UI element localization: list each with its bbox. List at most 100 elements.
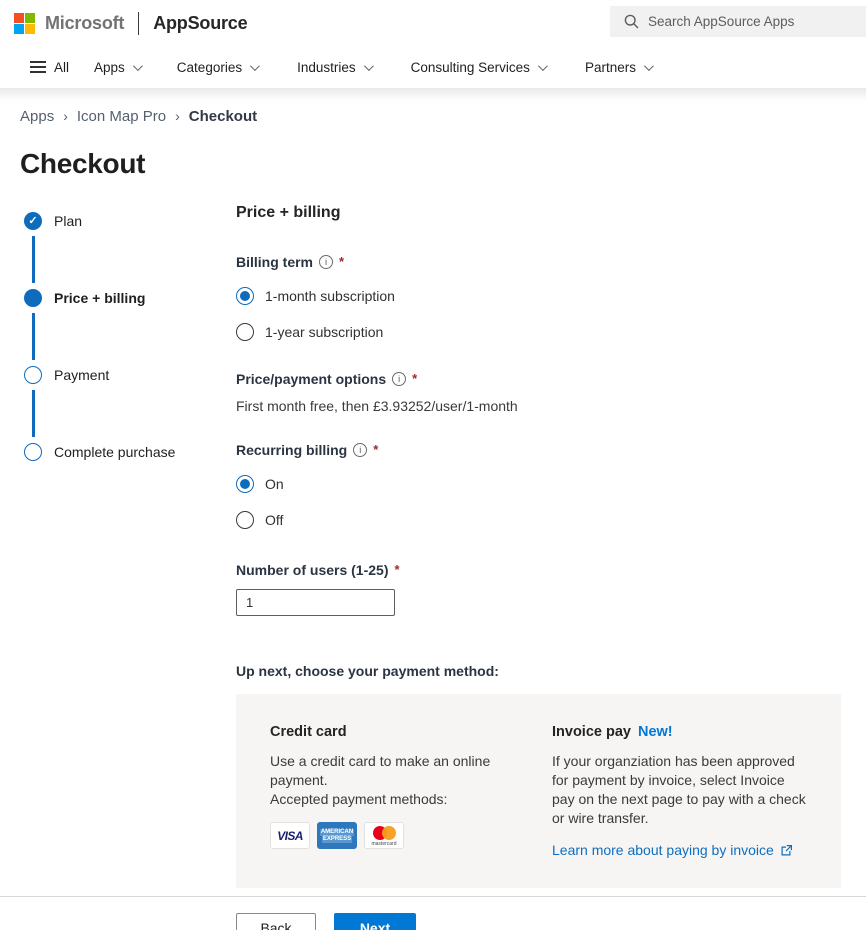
step-label: Complete purchase [54, 444, 175, 460]
breadcrumb-separator-icon: › [63, 108, 68, 124]
brand-appsource: AppSource [153, 13, 247, 34]
footer-buttons: Back Next [0, 897, 866, 930]
nav-partners[interactable]: Partners [585, 60, 651, 75]
number-of-users-input[interactable] [236, 589, 395, 616]
price-options-label: Price/payment options [236, 371, 386, 387]
visa-label: VISA [277, 829, 303, 843]
step-connector [32, 390, 35, 437]
breadcrumb: Apps › Icon Map Pro › Checkout [0, 101, 866, 125]
nav-shadow [0, 88, 866, 101]
users-label-row: Number of users (1-25) * [236, 562, 841, 578]
chevron-down-icon [133, 61, 143, 71]
search-icon [624, 14, 639, 29]
nav-industries-label: Industries [297, 60, 356, 75]
nav-all[interactable]: All [30, 60, 69, 75]
radio-selected-icon [236, 475, 254, 493]
required-asterisk: * [412, 371, 417, 386]
credit-card-title: Credit card [270, 724, 525, 740]
payment-methods-panel: Credit card Use a credit card to make an… [236, 694, 841, 888]
chevron-down-icon [250, 61, 260, 71]
radio-1-year-subscription[interactable]: 1-year subscription [236, 322, 841, 342]
info-icon[interactable]: i [319, 255, 333, 269]
hamburger-icon [30, 61, 46, 73]
back-button[interactable]: Back [236, 913, 316, 930]
step-connector [32, 313, 35, 360]
step-complete-icon: ✓ [24, 212, 42, 230]
nav-consulting-services-label: Consulting Services [411, 60, 530, 75]
search-input[interactable]: Search AppSource Apps [610, 6, 866, 37]
brand[interactable]: Microsoft AppSource [14, 12, 247, 35]
step-plan[interactable]: ✓ Plan [24, 211, 236, 231]
brand-divider [138, 12, 139, 35]
radio-unselected-icon [236, 323, 254, 341]
nav-apps[interactable]: Apps [94, 60, 140, 75]
main-nav: All Apps Categories Industries Consultin… [0, 46, 866, 88]
radio-recurring-off[interactable]: Off [236, 510, 841, 530]
main-content: ✓ Plan Price + billing Payment Complete … [0, 201, 866, 888]
external-link-icon [780, 844, 792, 856]
recurring-billing-label: Recurring billing [236, 442, 347, 458]
step-label: Payment [54, 367, 109, 383]
amex-label-top: AMERICAN [320, 829, 354, 836]
step-connector [32, 236, 35, 283]
step-current-icon [24, 289, 42, 307]
nav-categories-label: Categories [177, 60, 242, 75]
breadcrumb-separator-icon: › [175, 108, 180, 124]
breadcrumb-icon-map-pro[interactable]: Icon Map Pro [77, 108, 166, 125]
billing-term-label: Billing term [236, 254, 313, 270]
chevron-down-icon [364, 61, 374, 71]
accepted-cards: VISA AMERICAN EXPRESS mastercard [270, 822, 525, 849]
app-header: Microsoft AppSource Search AppSource App… [0, 0, 866, 46]
price-options-label-row: Price/payment options i * [236, 371, 841, 387]
radio-recurring-on[interactable]: On [236, 474, 841, 494]
breadcrumb-apps[interactable]: Apps [20, 108, 54, 125]
billing-term-label-row: Billing term i * [236, 254, 841, 270]
search-placeholder: Search AppSource Apps [648, 14, 794, 29]
invoice-pay-title: Invoice pay [552, 724, 631, 740]
chevron-down-icon [644, 61, 654, 71]
required-asterisk: * [339, 254, 344, 269]
radio-label: 1-month subscription [265, 288, 395, 304]
visa-card-icon: VISA [270, 822, 310, 849]
page-title: Checkout [20, 148, 866, 180]
credit-card-description: Use a credit card to make an online paym… [270, 752, 525, 809]
credit-card-column: Credit card Use a credit card to make an… [270, 724, 525, 858]
nav-categories[interactable]: Categories [177, 60, 257, 75]
invoice-learn-more-link[interactable]: Learn more about paying by invoice [552, 842, 807, 858]
invoice-title-row: Invoice pay New! [552, 724, 807, 740]
mastercard-circles-icon [373, 826, 396, 840]
radio-label: On [265, 476, 284, 492]
nav-apps-label: Apps [94, 60, 125, 75]
step-label: Price + billing [54, 290, 145, 306]
check-icon: ✓ [28, 216, 37, 227]
info-icon[interactable]: i [353, 443, 367, 457]
amex-card-icon: AMERICAN EXPRESS [317, 822, 357, 849]
radio-unselected-icon [236, 511, 254, 529]
radio-1-month-subscription[interactable]: 1-month subscription [236, 286, 841, 306]
chevron-down-icon [538, 61, 548, 71]
step-payment[interactable]: Payment [24, 365, 236, 385]
nav-partners-label: Partners [585, 60, 636, 75]
price-options-value: First month free, then £3.93252/user/1-m… [236, 398, 841, 414]
required-asterisk: * [394, 562, 399, 577]
step-upcoming-icon [24, 366, 42, 384]
brand-microsoft: Microsoft [45, 13, 124, 34]
next-button[interactable]: Next [334, 913, 416, 930]
invoice-description: If your organziation has been approved f… [552, 752, 807, 828]
info-icon[interactable]: i [392, 372, 406, 386]
nav-consulting-services[interactable]: Consulting Services [411, 60, 545, 75]
nav-industries[interactable]: Industries [297, 60, 371, 75]
radio-label: 1-year subscription [265, 324, 383, 340]
invoice-pay-column: Invoice pay New! If your organziation ha… [552, 724, 807, 858]
invoice-link-label: Learn more about paying by invoice [552, 842, 774, 858]
required-asterisk: * [373, 442, 378, 457]
mastercard-label: mastercard [371, 841, 396, 847]
step-complete-purchase[interactable]: Complete purchase [24, 442, 236, 462]
breadcrumb-current: Checkout [189, 108, 257, 125]
payment-method-heading: Up next, choose your payment method: [236, 663, 841, 679]
step-price-billing[interactable]: Price + billing [24, 288, 236, 308]
radio-selected-icon [236, 287, 254, 305]
section-title: Price + billing [236, 204, 841, 222]
users-label: Number of users (1-25) [236, 562, 388, 578]
microsoft-logo-icon [14, 13, 35, 34]
